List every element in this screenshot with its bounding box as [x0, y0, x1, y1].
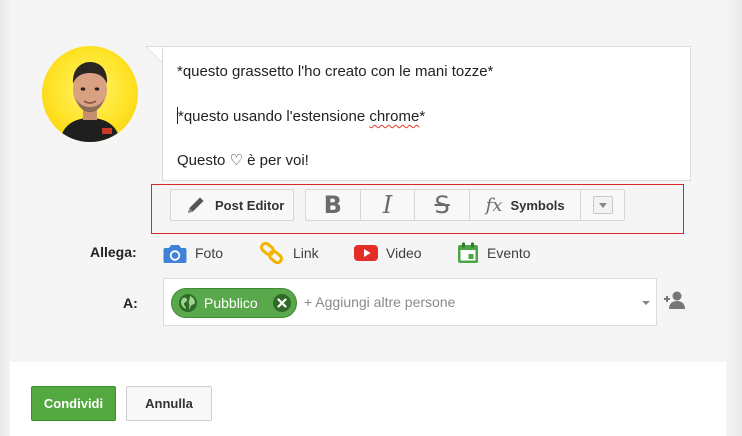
attach-link-label: Link — [293, 245, 319, 261]
post-editor-label: Post Editor — [215, 197, 285, 213]
add-person-icon[interactable] — [664, 290, 686, 315]
youtube-icon — [354, 245, 378, 261]
symbols-button[interactable]: fx Symbols — [470, 190, 582, 220]
audience-chip-public[interactable]: Pubblico — [171, 288, 297, 318]
link-icon — [260, 241, 283, 265]
symbols-dropdown[interactable] — [581, 190, 624, 220]
globe-icon — [179, 294, 197, 312]
italic-icon: I — [382, 191, 393, 219]
strikethrough-icon: S — [434, 191, 450, 219]
attach-link-button[interactable]: Link — [259, 241, 319, 265]
editor-line-2-text: *questo usando l'estensione — [178, 108, 370, 125]
post-editor-button[interactable]: Post Editor — [170, 189, 294, 221]
attach-video-button[interactable]: Video — [354, 241, 422, 265]
add-people-placeholder[interactable]: + Aggiungi altre persone — [304, 294, 455, 310]
audience-chip-label: Pubblico — [204, 295, 258, 311]
editor-line-2-end: * — [419, 108, 426, 125]
attach-photo-label: Foto — [195, 245, 224, 261]
fx-icon: fx — [485, 194, 503, 216]
editor-line-1: *questo grassetto l'ho creato con le man… — [177, 63, 494, 80]
camera-icon — [163, 245, 187, 263]
bold-button[interactable]: B — [306, 190, 361, 220]
attach-event-label: Evento — [487, 245, 531, 261]
attach-event-button[interactable]: Evento — [457, 241, 531, 265]
avatar-portrait — [60, 62, 120, 142]
format-toolbar: B I S fx Symbols — [305, 189, 625, 221]
editor-line-3: Questo ♡ è per voi! — [177, 152, 309, 169]
right-edge-shadow — [726, 0, 742, 436]
pencil-icon — [188, 197, 204, 213]
post-text-editor[interactable]: *questo grassetto l'ho creato con le man… — [162, 46, 691, 181]
left-edge-shadow — [0, 0, 10, 436]
share-button[interactable]: Condividi — [31, 386, 116, 421]
editor-line-2: *questo usando l'estensione chrome* — [177, 107, 425, 125]
remove-chip-icon[interactable] — [272, 293, 292, 313]
bold-icon: B — [323, 191, 342, 219]
attach-label: Allega: — [90, 244, 137, 260]
calendar-icon — [458, 242, 478, 263]
strikethrough-button[interactable]: S — [415, 190, 470, 220]
avatar[interactable] — [42, 46, 138, 142]
italic-button[interactable]: I — [361, 190, 416, 220]
attach-video-label: Video — [386, 245, 422, 261]
attach-photo-button[interactable]: Foto — [163, 241, 223, 265]
bubble-tail — [145, 46, 163, 64]
chevron-down-icon[interactable] — [642, 301, 650, 305]
chevron-down-icon — [592, 196, 613, 214]
audience-input[interactable]: Pubblico + Aggiungi altre persone — [163, 278, 657, 326]
symbols-label: Symbols — [510, 197, 565, 213]
cancel-button[interactable]: Annulla — [126, 386, 212, 421]
misspelled-word: chrome — [369, 108, 420, 125]
compose-footer — [10, 362, 726, 436]
share-to-label: A: — [123, 295, 138, 311]
